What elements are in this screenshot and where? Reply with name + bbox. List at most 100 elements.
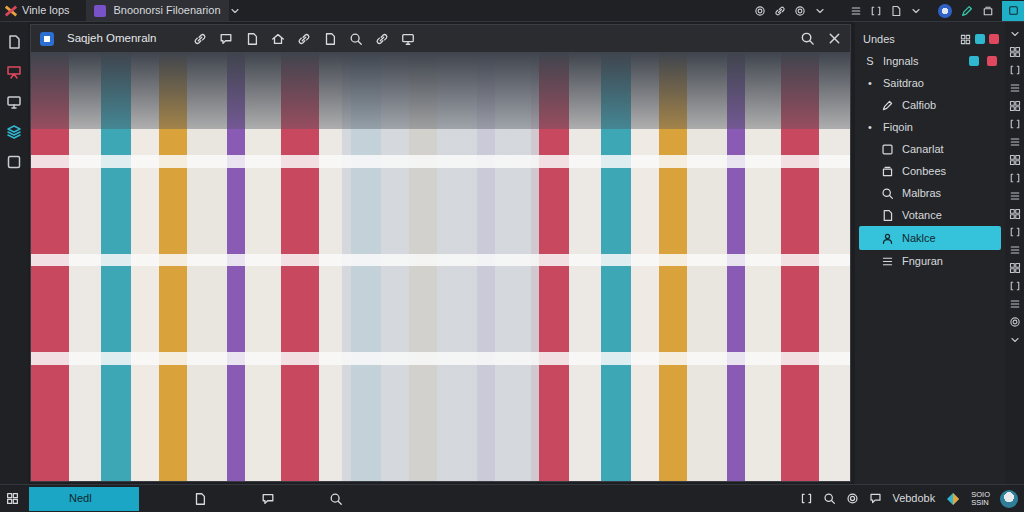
bottom-chat-icon[interactable] — [261, 492, 275, 506]
side-item[interactable]: Calfiob — [859, 94, 1001, 116]
tool-chevron-icon[interactable] — [910, 5, 922, 17]
viewer-link-icon[interactable] — [193, 32, 207, 46]
rail-list-icon[interactable] — [1009, 190, 1021, 202]
rail-list-icon[interactable] — [1009, 136, 1021, 148]
pin-icon[interactable] — [975, 34, 985, 44]
item-label[interactable]: Canarlat — [902, 141, 997, 158]
item-label[interactable]: Conbees — [902, 163, 997, 180]
rail-list-icon[interactable] — [1009, 298, 1021, 310]
viewer-monitor-icon[interactable] — [401, 32, 415, 46]
search-icon[interactable] — [800, 31, 815, 46]
panel-icon[interactable] — [1008, 5, 1019, 16]
tab-label[interactable]: Bnoonorsi Filoenarion — [114, 2, 221, 19]
tool-gear-icon[interactable] — [754, 5, 766, 17]
save-icon[interactable] — [982, 5, 994, 17]
side-item[interactable]: SIngnals — [859, 50, 1001, 72]
tool-gear-icon[interactable] — [794, 5, 806, 17]
viewer-home-icon[interactable] — [271, 32, 285, 46]
item-label[interactable]: Saitdrao — [883, 75, 997, 92]
rail-chevron-icon[interactable] — [1009, 334, 1021, 346]
viewer-header: Saqjeh Omenraln — [31, 25, 850, 52]
tool-list-icon[interactable] — [850, 5, 862, 17]
status-search-icon[interactable] — [823, 492, 836, 505]
item-label[interactable]: Calfiob — [902, 97, 997, 114]
viewer-logo-icon — [39, 31, 55, 47]
viewer-search-icon[interactable] — [349, 32, 363, 46]
item-toggle-icon[interactable] — [969, 56, 979, 66]
account-icon[interactable] — [938, 4, 952, 18]
rail-bracket-icon[interactable] — [1009, 118, 1021, 130]
document-tab[interactable]: Bnoonorsi Filoenarion — [86, 0, 229, 21]
rail-square-icon[interactable] — [6, 154, 22, 170]
close-panel-icon[interactable] — [989, 34, 999, 44]
rail-gear-icon[interactable] — [1009, 316, 1021, 328]
rail-grid-icon[interactable] — [1009, 262, 1021, 274]
bottom-doc-icon[interactable] — [193, 492, 207, 506]
viewer-doc-icon[interactable] — [323, 32, 337, 46]
status-bar: NedlVebdobkSOIOSSIN — [0, 484, 1024, 512]
viewer-doc-icon[interactable] — [245, 32, 259, 46]
tool-chevron-icon[interactable] — [814, 5, 826, 17]
item-label[interactable]: Fiqoin — [883, 119, 997, 136]
item-label[interactable]: Votance — [902, 207, 997, 224]
panel-toggle-icon[interactable] — [1002, 1, 1024, 21]
chevron-icon[interactable] — [229, 5, 241, 17]
start-icon[interactable] — [6, 492, 19, 505]
rail-grid-icon[interactable] — [1009, 46, 1021, 58]
bottom-tab-label[interactable]: Nedl — [69, 490, 92, 507]
side-item[interactable]: Naklce — [859, 226, 1001, 250]
rail-grid-icon[interactable] — [1009, 208, 1021, 220]
side-item[interactable]: Conbees — [859, 160, 1001, 182]
rail-bracket-icon[interactable] — [1009, 226, 1021, 238]
rail-layers-icon[interactable] — [6, 124, 22, 140]
item-list-icon — [881, 255, 894, 268]
rail-easel-icon[interactable] — [6, 64, 22, 80]
status-chat-icon[interactable] — [869, 492, 882, 505]
title-bar: Vinle lopsBnoonorsi Filoenarion — [0, 0, 1024, 22]
bottom-tab[interactable]: Nedl — [29, 487, 139, 511]
rail-doc-icon[interactable] — [6, 34, 22, 50]
tool-link-icon[interactable] — [774, 5, 786, 17]
viewer-title: Saqjeh Omenraln — [67, 30, 157, 47]
viewer-link-icon[interactable] — [375, 32, 389, 46]
rail-grid-icon[interactable] — [1009, 100, 1021, 112]
item-label[interactable]: Naklce — [902, 230, 997, 247]
side-item[interactable]: Fnguran — [859, 250, 1001, 272]
window-tools — [754, 1, 1024, 21]
tool-bracket-icon[interactable] — [870, 5, 882, 17]
item-square-icon — [881, 143, 894, 156]
rail-monitor-icon[interactable] — [6, 94, 22, 110]
brand-icon[interactable] — [945, 491, 961, 507]
item-pen-icon — [881, 99, 894, 112]
zed-icon[interactable] — [960, 4, 974, 18]
rail-bracket-icon[interactable] — [1009, 172, 1021, 184]
rail-chevron-icon[interactable] — [1009, 28, 1021, 40]
item-label[interactable]: Fnguran — [902, 253, 997, 270]
side-item[interactable]: •Fiqoin — [859, 116, 1001, 138]
bottom-search-icon[interactable] — [329, 492, 343, 506]
viewer-link-icon[interactable] — [297, 32, 311, 46]
tool-doc-icon[interactable] — [890, 5, 902, 17]
rail-list-icon[interactable] — [1009, 244, 1021, 256]
side-item[interactable]: Canarlat — [859, 138, 1001, 160]
close-icon[interactable] — [827, 31, 842, 46]
rail-bracket-icon[interactable] — [1009, 280, 1021, 292]
side-item[interactable]: Malbras — [859, 182, 1001, 204]
item-label[interactable]: Malbras — [902, 185, 997, 202]
item-label[interactable]: Ingnals — [883, 53, 961, 70]
status-bracket-icon[interactable] — [800, 492, 813, 505]
side-item[interactable]: • Saitdrao — [859, 72, 1001, 94]
item-remove-icon[interactable] — [987, 56, 997, 66]
rail-list-icon[interactable] — [1009, 82, 1021, 94]
image-viewer: Saqjeh Omenraln — [30, 24, 851, 482]
viewer-chat-icon[interactable] — [219, 32, 233, 46]
badge-line: SOIO — [971, 491, 990, 499]
rail-bracket-icon[interactable] — [1009, 64, 1021, 76]
side-item[interactable]: Votance — [859, 204, 1001, 226]
item-bullet: • — [865, 75, 875, 92]
status-gear-icon[interactable] — [846, 492, 859, 505]
user-avatar-icon[interactable] — [1000, 490, 1018, 508]
rail-grid-icon[interactable] — [1009, 154, 1021, 166]
grid-icon[interactable] — [960, 34, 971, 45]
status-label[interactable]: Vebdobk — [892, 490, 935, 507]
